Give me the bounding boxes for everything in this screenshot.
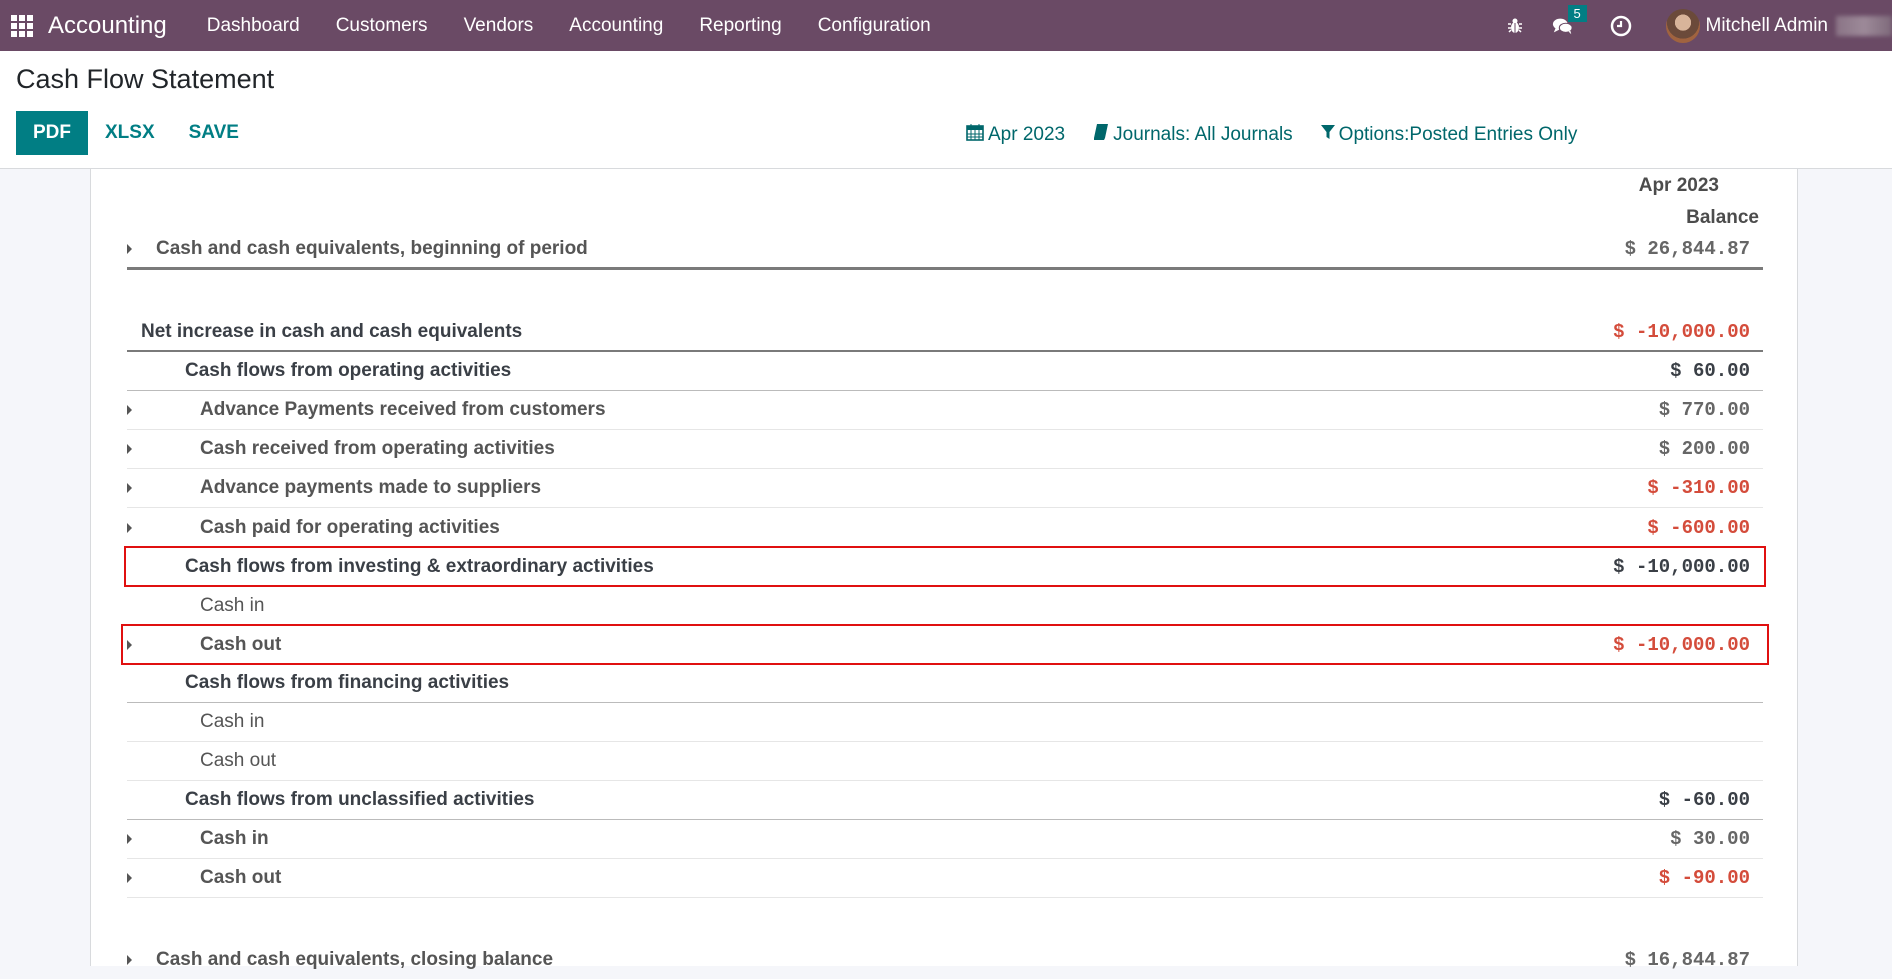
line-investing-cash-in: Cash in xyxy=(127,586,1763,625)
line-label: Cash in xyxy=(127,828,269,850)
line-label: Net increase in cash and cash equivalent… xyxy=(127,321,522,343)
line-investing-activities: Cash flows from investing & extraordinar… xyxy=(125,547,1765,586)
blurred-company-name xyxy=(1836,16,1892,36)
page-title: Cash Flow Statement xyxy=(16,64,274,95)
apps-menu-icon[interactable] xyxy=(11,15,33,37)
date-filter[interactable]: Apr 2023 xyxy=(966,123,1065,146)
save-button[interactable]: SAVE xyxy=(172,111,256,155)
journals-filter[interactable]: Journals: All Journals xyxy=(1093,123,1293,146)
export-buttons: PDF XLSX SAVE xyxy=(16,111,256,155)
menu-customers[interactable]: Customers xyxy=(318,15,446,37)
line-closing-balance[interactable]: Cash and cash equivalents, closing balan… xyxy=(127,940,1763,979)
line-label: Cash in xyxy=(127,595,264,617)
options-filter-label: Options:Posted Entries Only xyxy=(1339,124,1578,146)
messages-count-badge: 5 xyxy=(1568,5,1587,22)
line-amount[interactable]: $ -600.00 xyxy=(1647,517,1750,539)
expand-caret-icon[interactable] xyxy=(127,244,132,254)
line-unclassified-activities: Cash flows from unclassified activities … xyxy=(127,781,1763,820)
menu-reporting[interactable]: Reporting xyxy=(681,15,799,37)
line-investing-cash-out[interactable]: Cash out $ -10,000.00 xyxy=(122,625,1768,664)
line-cash-received-operating[interactable]: Cash received from operating activities … xyxy=(127,430,1763,469)
report-filters: Apr 2023 Journals: All Journals Options:… xyxy=(966,123,1605,146)
expand-caret-icon[interactable] xyxy=(127,873,132,883)
line-amount: $ -10,000.00 xyxy=(1613,556,1750,578)
line-net-increase: Net increase in cash and cash equivalent… xyxy=(127,313,1763,352)
line-amount[interactable]: $ -90.00 xyxy=(1659,867,1750,889)
expand-caret-icon[interactable] xyxy=(127,405,132,415)
line-amount[interactable]: $ 16,844.87 xyxy=(1625,949,1750,971)
expand-caret-icon[interactable] xyxy=(127,834,132,844)
report-sheet: Apr 2023 Balance Cash and cash equivalen… xyxy=(90,169,1798,966)
menu-configuration[interactable]: Configuration xyxy=(800,15,949,37)
line-advance-payments-suppliers[interactable]: Advance payments made to suppliers $ -31… xyxy=(127,469,1763,508)
line-label: Cash out xyxy=(127,750,276,772)
line-label: Advance payments made to suppliers xyxy=(127,477,541,499)
line-beginning-of-period[interactable]: Cash and cash equivalents, beginning of … xyxy=(127,231,1763,270)
expand-caret-icon[interactable] xyxy=(127,640,132,650)
systray: 5 Mitchell Admin xyxy=(1504,0,1892,51)
report-lines: Cash and cash equivalents, beginning of … xyxy=(127,231,1763,979)
line-cash-paid-operating[interactable]: Cash paid for operating activities $ -60… xyxy=(127,508,1763,547)
calendar-icon xyxy=(966,123,984,146)
app-name[interactable]: Accounting xyxy=(48,12,167,40)
activity-clock-icon[interactable] xyxy=(1610,15,1632,37)
line-label: Cash out xyxy=(127,867,281,889)
main-menu: Dashboard Customers Vendors Accounting R… xyxy=(189,15,949,37)
expand-caret-icon[interactable] xyxy=(127,955,132,965)
line-label: Cash and cash equivalents, beginning of … xyxy=(127,238,588,260)
pdf-button[interactable]: PDF xyxy=(16,111,88,155)
line-financing-cash-out: Cash out xyxy=(127,742,1763,781)
line-amount[interactable]: $ -310.00 xyxy=(1647,477,1750,499)
line-advance-payments-customers[interactable]: Advance Payments received from customers… xyxy=(127,391,1763,430)
line-label: Cash and cash equivalents, closing balan… xyxy=(127,949,553,971)
line-amount[interactable]: $ 30.00 xyxy=(1670,828,1750,850)
filter-funnel-icon xyxy=(1321,124,1335,145)
line-amount: $ 60.00 xyxy=(1670,360,1750,382)
column-period-header: Apr 2023 xyxy=(1639,175,1719,197)
line-label: Cash flows from investing & extraordinar… xyxy=(125,556,654,578)
line-label: Cash in xyxy=(127,711,264,733)
debug-bug-icon[interactable] xyxy=(1504,15,1526,37)
line-financing-cash-in: Cash in xyxy=(127,703,1763,742)
user-avatar[interactable] xyxy=(1666,9,1700,43)
options-filter[interactable]: Options:Posted Entries Only xyxy=(1321,123,1578,146)
line-amount: $ -60.00 xyxy=(1659,789,1750,811)
menu-vendors[interactable]: Vendors xyxy=(446,15,552,37)
line-unclassified-cash-out[interactable]: Cash out $ -90.00 xyxy=(127,859,1763,898)
line-label: Cash out xyxy=(122,634,281,656)
line-operating-activities: Cash flows from operating activities $ 6… xyxy=(127,352,1763,391)
menu-dashboard[interactable]: Dashboard xyxy=(189,15,318,37)
line-amount[interactable]: $ -10,000.00 xyxy=(1613,634,1750,656)
user-name[interactable]: Mitchell Admin xyxy=(1706,15,1829,37)
line-label: Cash flows from unclassified activities xyxy=(127,789,535,811)
line-amount[interactable]: $ 770.00 xyxy=(1659,399,1750,421)
line-label: Cash paid for operating activities xyxy=(127,517,500,539)
column-balance-header: Balance xyxy=(1686,207,1759,229)
top-navbar: Accounting Dashboard Customers Vendors A… xyxy=(0,0,1892,51)
line-amount[interactable]: $ 26,844.87 xyxy=(1625,238,1750,260)
expand-caret-icon[interactable] xyxy=(127,444,132,454)
book-icon xyxy=(1093,123,1109,146)
section-spacer xyxy=(127,270,1763,313)
line-label: Cash flows from financing activities xyxy=(127,672,509,694)
section-spacer xyxy=(127,898,1763,940)
xlsx-button[interactable]: XLSX xyxy=(88,111,172,155)
expand-caret-icon[interactable] xyxy=(127,483,132,493)
line-financing-activities: Cash flows from financing activities xyxy=(127,664,1763,703)
menu-accounting[interactable]: Accounting xyxy=(551,15,681,37)
messages-icon[interactable]: 5 xyxy=(1552,15,1574,37)
line-amount: $ -10,000.00 xyxy=(1613,321,1750,343)
line-label: Cash flows from operating activities xyxy=(127,360,511,382)
line-label: Advance Payments received from customers xyxy=(127,399,606,421)
journals-filter-label: Journals: All Journals xyxy=(1113,124,1293,146)
line-label: Cash received from operating activities xyxy=(127,438,555,460)
control-panel: Cash Flow Statement PDF XLSX SAVE Apr 20… xyxy=(0,51,1892,169)
date-filter-label: Apr 2023 xyxy=(988,124,1065,146)
line-amount[interactable]: $ 200.00 xyxy=(1659,438,1750,460)
line-unclassified-cash-in[interactable]: Cash in $ 30.00 xyxy=(127,820,1763,859)
expand-caret-icon[interactable] xyxy=(127,523,132,533)
